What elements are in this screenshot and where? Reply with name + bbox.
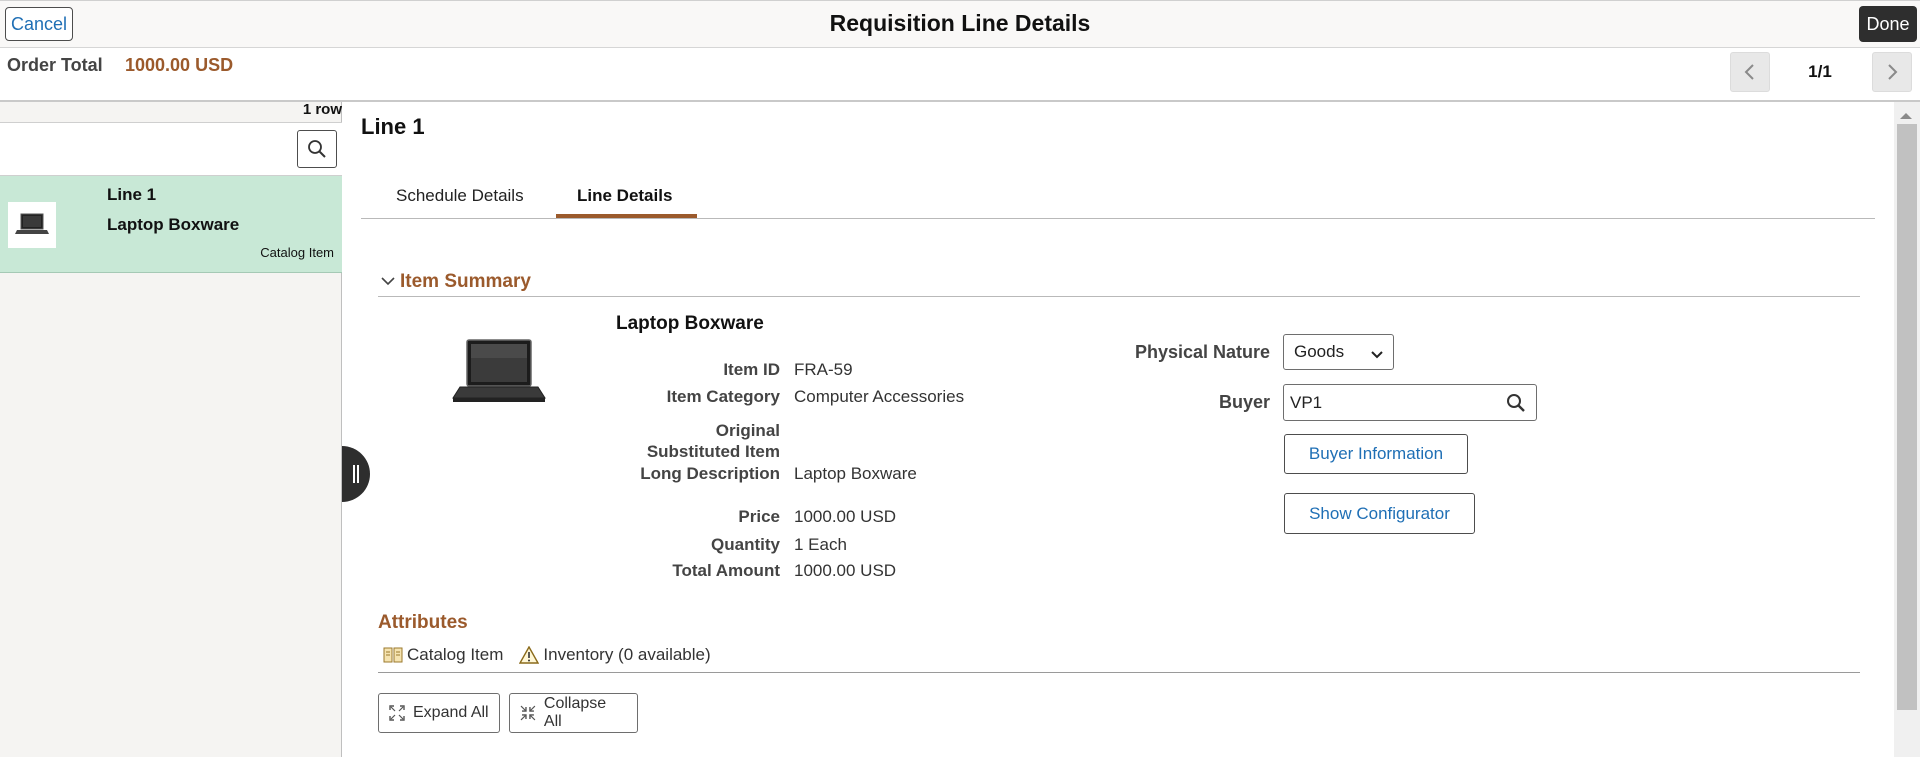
buyer-lookup-button[interactable] — [1506, 393, 1526, 418]
long-description-value: Laptop Boxware — [794, 464, 917, 483]
search-button[interactable] — [297, 130, 337, 168]
long-description-label: Long Description — [640, 464, 780, 483]
panel-drag-handle[interactable] — [342, 446, 370, 502]
list-item-name: Laptop Boxware — [107, 215, 240, 234]
section-divider — [378, 296, 1860, 297]
attribute-inventory: Inventory (0 available) — [543, 645, 711, 664]
total-amount-value: 1000.00 USD — [794, 561, 897, 580]
price-value: 1000.00 USD — [794, 507, 897, 526]
buyer-label: Buyer — [1218, 392, 1270, 412]
laptop-icon — [452, 339, 546, 402]
collapse-icon — [520, 705, 536, 721]
item-category-label: Item Category — [666, 387, 780, 406]
item-name: Laptop Boxware — [616, 313, 764, 334]
list-item-type: Catalog Item — [260, 245, 334, 260]
order-total-value: 1000.00 USD — [125, 55, 234, 75]
item-image — [452, 336, 546, 411]
buyer-information-button[interactable]: Buyer Information — [1284, 434, 1468, 474]
tab-divider — [361, 218, 1875, 219]
pager-count: 1/1 — [1808, 62, 1832, 81]
expand-all-label: Expand All — [413, 704, 489, 721]
tab-schedule-details[interactable]: Schedule Details — [396, 186, 524, 206]
list-item-title: Line 1 — [107, 185, 157, 204]
next-button[interactable] — [1872, 52, 1912, 92]
collapse-all-button[interactable]: Collapse All — [509, 693, 638, 733]
line-title: Line 1 — [361, 114, 425, 139]
section-title-item-summary[interactable]: Item Summary — [400, 271, 531, 293]
search-strip — [0, 122, 342, 176]
page-title: Requisition Line Details — [829, 10, 1091, 36]
chevron-down-icon — [1371, 351, 1383, 359]
search-icon — [1507, 394, 1525, 412]
quantity-label: Quantity — [711, 535, 780, 554]
scrollbar-thumb[interactable] — [1897, 124, 1917, 710]
chevron-down-icon — [381, 277, 395, 286]
caret-up-icon — [1900, 113, 1912, 119]
collapse-all-label: Collapse All — [543, 695, 607, 730]
laptop-icon — [15, 213, 49, 234]
catalog-icon — [383, 647, 403, 663]
show-configurator-button[interactable]: Show Configurator — [1284, 493, 1475, 534]
original-substituted-label-2: Substituted Item — [646, 442, 780, 461]
expand-icon — [389, 705, 405, 721]
select-chevron — [1370, 347, 1384, 365]
row-count: 1 row — [302, 101, 342, 118]
buyer-input[interactable]: VP1 — [1283, 384, 1537, 421]
tab-line-details[interactable]: Line Details — [577, 186, 672, 206]
attributes-title: Attributes — [378, 612, 468, 633]
drag-handle-icon — [353, 465, 359, 483]
laptop-thumbnail — [8, 202, 56, 248]
previous-button[interactable] — [1730, 52, 1770, 92]
section-toggle[interactable] — [380, 274, 396, 292]
original-substituted-label-1: Original — [715, 421, 780, 440]
attribute-catalog-item: Catalog Item — [407, 645, 504, 664]
attributes-row: Catalog Item Inventory (0 available) — [383, 645, 711, 665]
chevron-left-icon — [1744, 64, 1754, 80]
price-label: Price — [738, 507, 780, 526]
total-amount-label: Total Amount — [672, 561, 780, 580]
order-total-label: Order Total — [7, 55, 103, 75]
search-icon — [308, 140, 326, 158]
chevron-right-icon — [1888, 64, 1898, 80]
item-id-value: FRA-59 — [794, 360, 853, 379]
item-category-value: Computer Accessories — [794, 387, 965, 406]
physical-nature-label: Physical Nature — [1134, 342, 1270, 362]
expand-all-button[interactable]: Expand All — [378, 693, 500, 733]
attributes-divider — [378, 672, 1860, 673]
warning-icon — [519, 646, 540, 664]
quantity-value: 1 Each — [794, 535, 847, 554]
item-id-label: Item ID — [723, 360, 780, 379]
done-button[interactable]: Done — [1859, 6, 1917, 42]
